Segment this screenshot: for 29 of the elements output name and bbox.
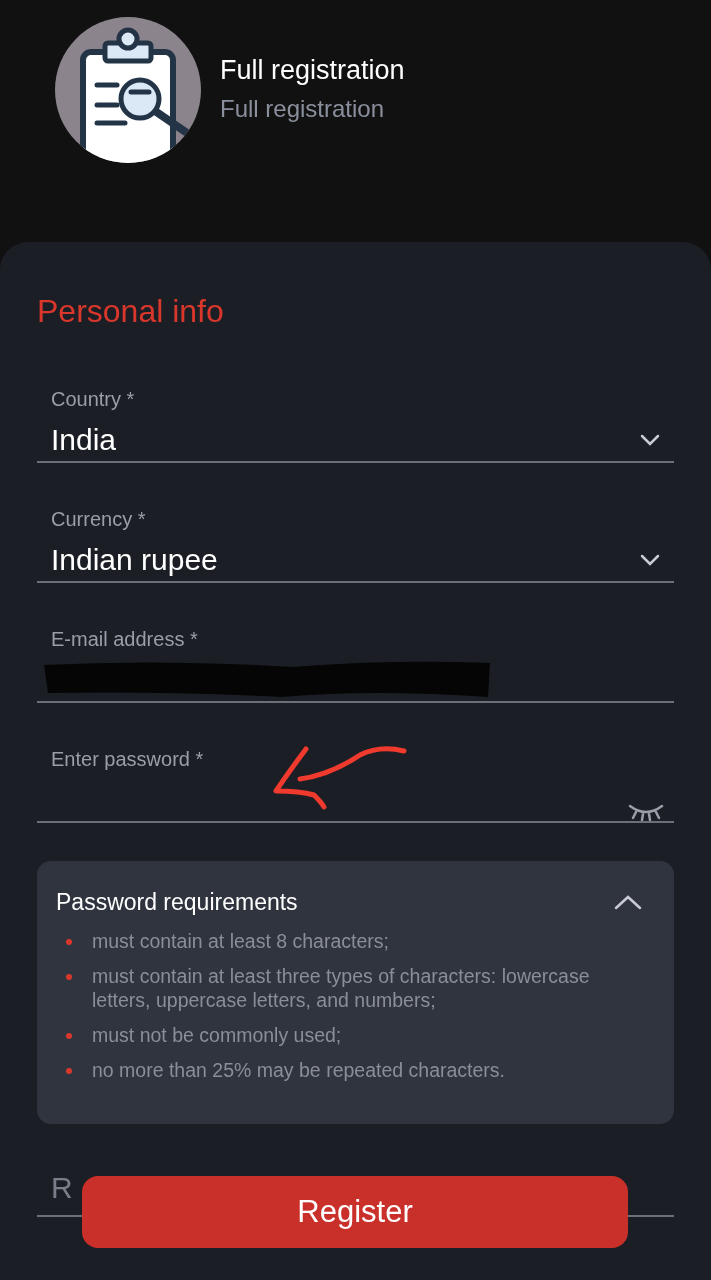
requirements-title: Password requirements: [56, 887, 298, 917]
bullet-icon: [66, 939, 72, 945]
register-button[interactable]: Register: [82, 1176, 628, 1248]
header-subtitle: Full registration: [220, 94, 386, 124]
field-label: R: [51, 1170, 73, 1206]
bullet-icon: [66, 1033, 72, 1039]
requirement-text: must not be commonly used;: [92, 1023, 342, 1047]
field-value: Indian rupee: [51, 542, 218, 578]
clipboard-search-icon: [55, 17, 201, 163]
bullet-icon: [66, 1068, 72, 1074]
chevron-down-icon: [640, 434, 660, 446]
field-label: Currency *: [51, 507, 147, 531]
bullet-icon: [66, 974, 72, 980]
field-value: India: [51, 422, 117, 458]
field-label: Enter password *: [51, 747, 205, 771]
input-field[interactable]: Enter password *: [37, 703, 674, 823]
dropdown-field[interactable]: Currency * Indian rupee: [37, 463, 674, 583]
eye-closed-icon: [628, 803, 664, 821]
field-label: Country *: [51, 387, 136, 411]
requirement-text: no more than 25% may be repeated characters.: [92, 1058, 505, 1082]
requirement-text: must contain at least 8 characters;: [92, 929, 389, 953]
input-field[interactable]: E-mail address *: [37, 583, 674, 703]
header-title: Full registration: [220, 54, 405, 87]
field-label: E-mail address *: [51, 627, 199, 651]
chevron-down-icon: [640, 554, 660, 566]
section-title: Personal info: [37, 292, 225, 331]
requirement-text: must contain at least three types of characters: lowercase letters, uppercase letters, and numbers;: [92, 964, 591, 1012]
dropdown-field[interactable]: Country * India: [37, 343, 674, 463]
chevron-up-icon[interactable]: [613, 893, 643, 911]
